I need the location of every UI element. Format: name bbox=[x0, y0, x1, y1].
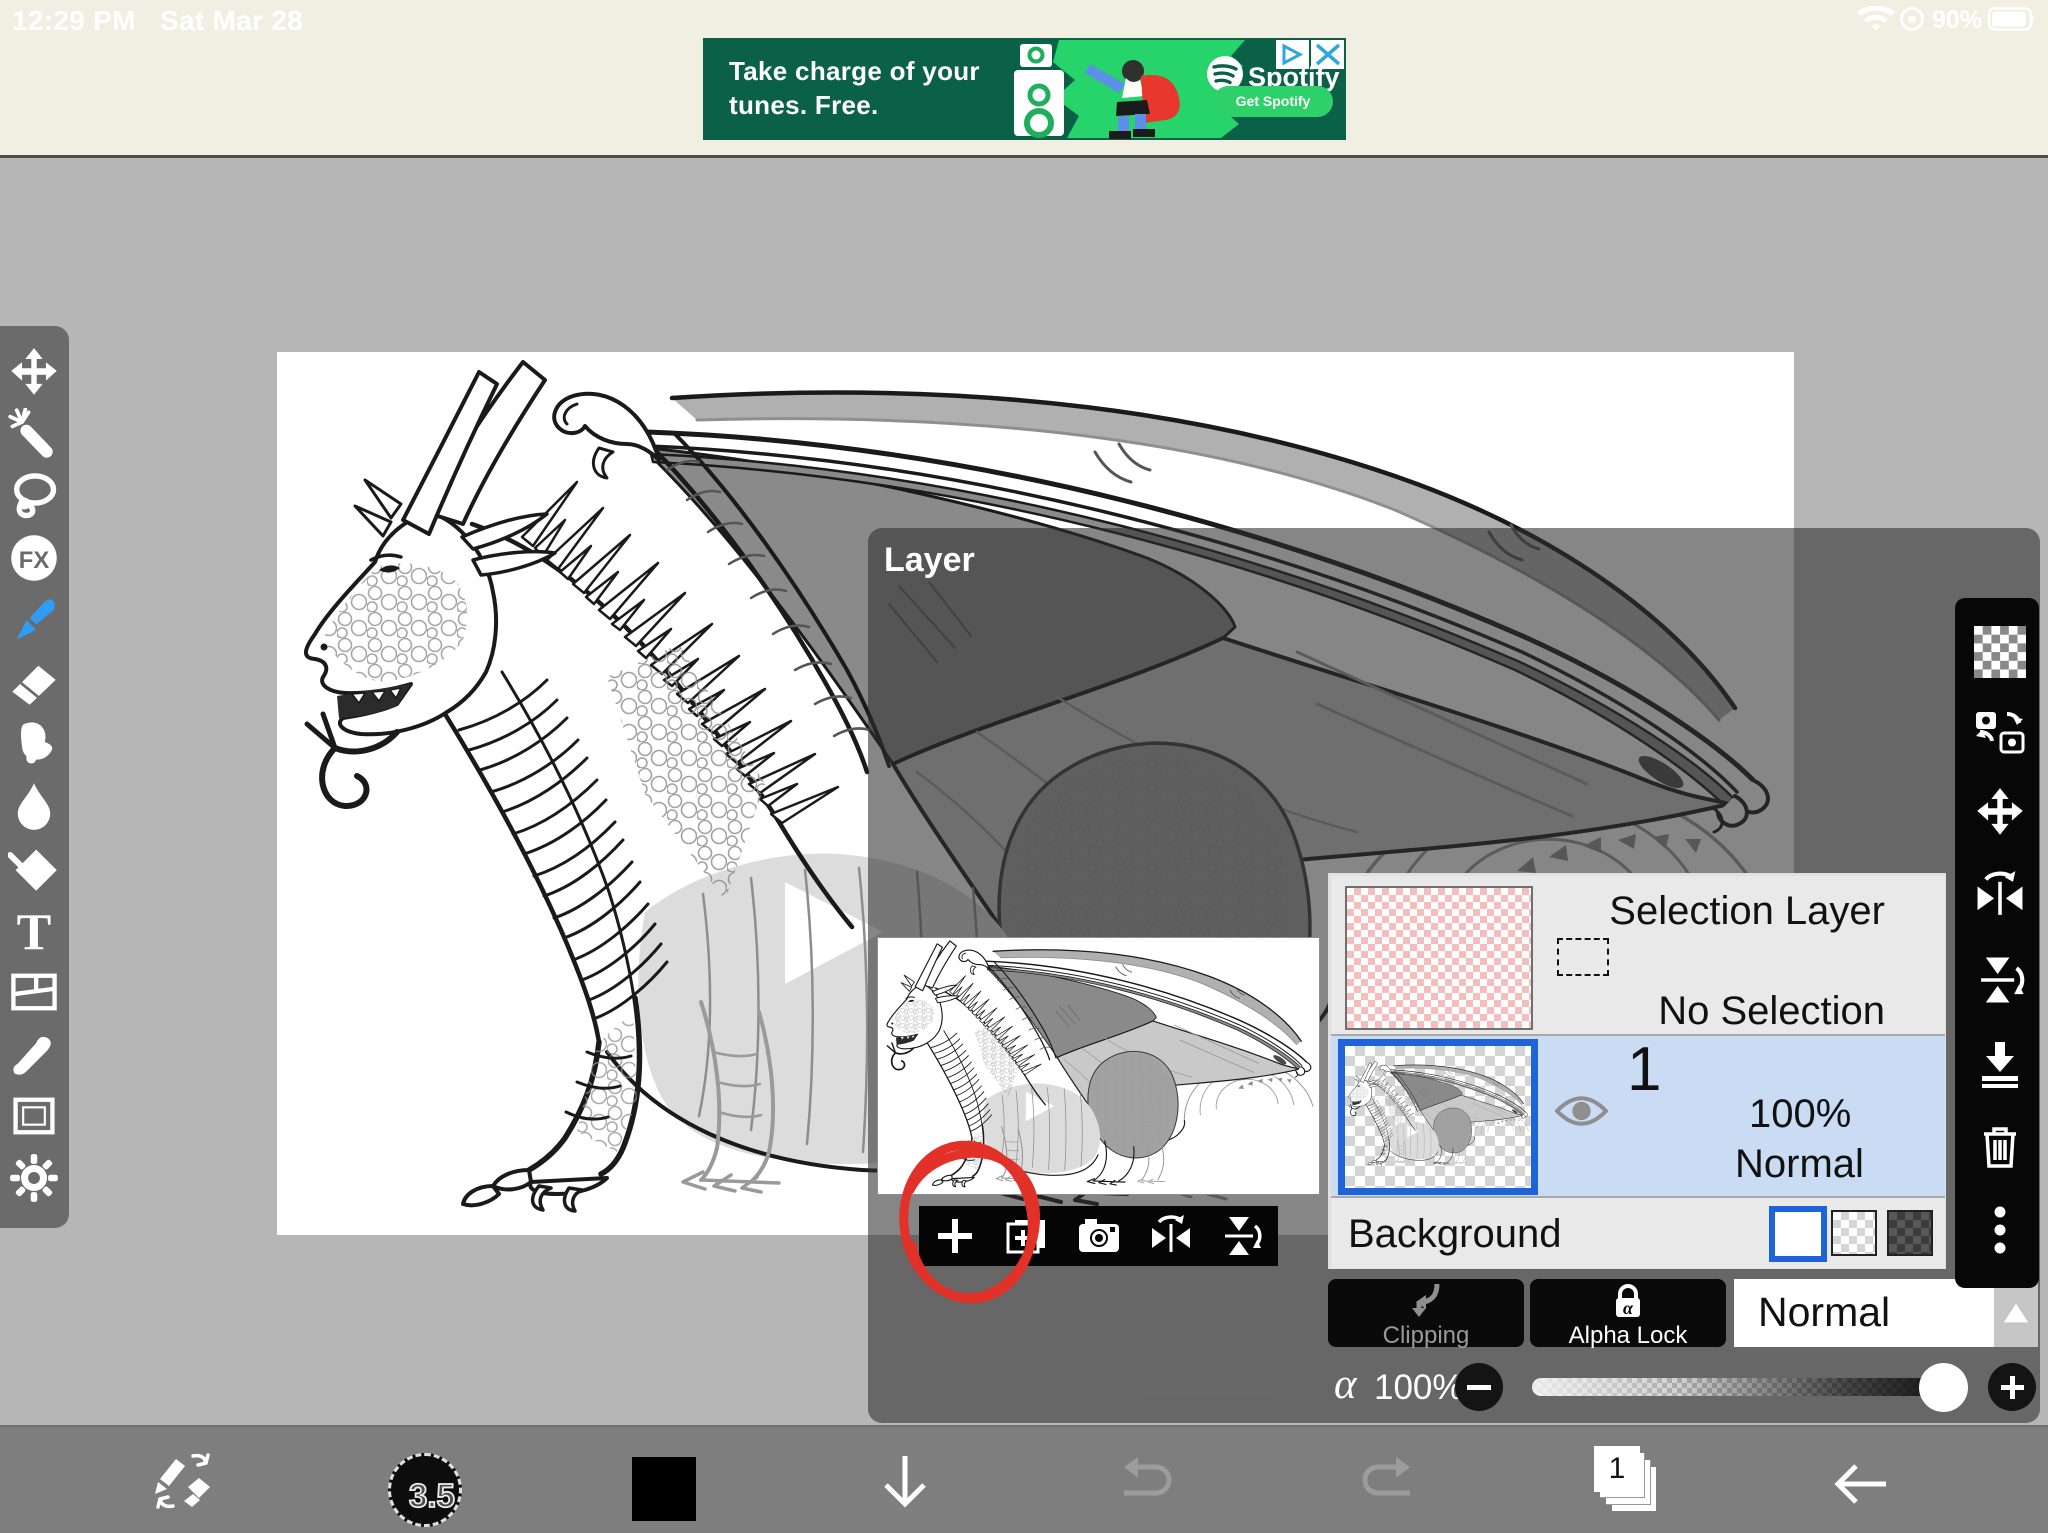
svg-text:T: T bbox=[17, 905, 52, 957]
svg-text:α: α bbox=[1623, 1298, 1634, 1318]
svg-text:FX: FX bbox=[19, 547, 50, 574]
svg-text:90%: 90% bbox=[1932, 6, 1982, 32]
